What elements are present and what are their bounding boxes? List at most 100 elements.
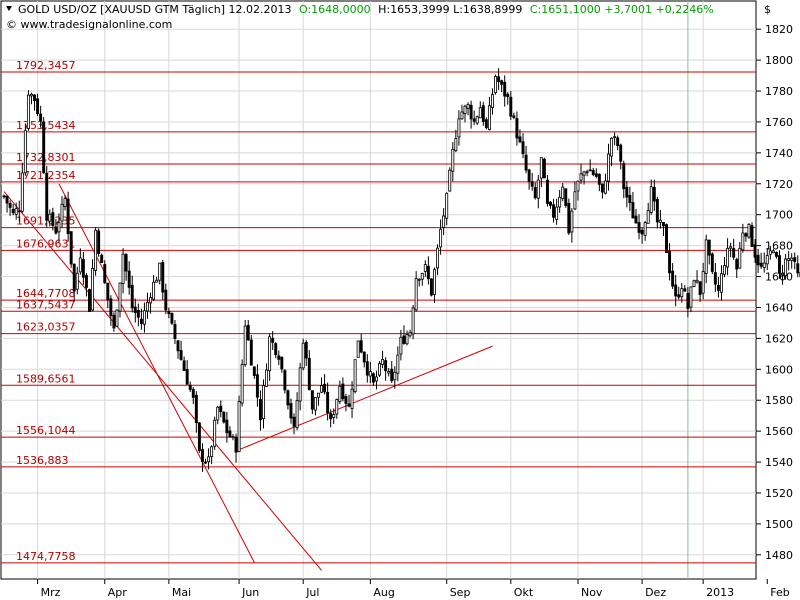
candle-body [149, 297, 153, 304]
candle-body [60, 203, 64, 222]
y-tick-label: 1620 [765, 332, 793, 345]
candle-body [787, 258, 791, 261]
candle-body [14, 208, 18, 215]
candle-body [262, 385, 265, 420]
candle-body [243, 325, 247, 365]
candle-body [292, 416, 296, 427]
candle-body [84, 275, 88, 288]
candle-body [97, 230, 101, 254]
candle-body [567, 202, 571, 234]
candle-body [524, 154, 528, 171]
candle-body [197, 422, 201, 451]
y-tick-label: 1780 [765, 85, 793, 98]
candle-body [11, 208, 15, 214]
candle-body [466, 103, 470, 109]
candle-body [726, 247, 730, 268]
candle-body [622, 163, 626, 190]
candle-body [646, 210, 650, 224]
candle-body [655, 199, 659, 223]
candle-body [414, 278, 418, 311]
x-tick-label: Jul [305, 586, 319, 599]
y-tick-label: 1760 [765, 116, 793, 129]
candle-body [347, 403, 351, 407]
candle-body [304, 341, 308, 359]
candle-body [765, 255, 769, 265]
candle-body [240, 364, 244, 404]
candle-body [20, 172, 24, 212]
candle-body [481, 105, 485, 122]
candle-body [225, 419, 229, 434]
x-tick-label: Mai [172, 586, 191, 599]
candle-body [350, 388, 354, 409]
candle-body [213, 419, 217, 447]
level-label: 1792,3457 [16, 59, 76, 72]
candle-body [671, 270, 675, 287]
candle-body [204, 461, 207, 464]
candle-body [274, 343, 278, 356]
candle-body [790, 257, 794, 261]
candle-body [573, 191, 577, 210]
candle-body [652, 186, 656, 202]
level-label: 1637,5437 [16, 298, 76, 311]
y-tick-label: 1720 [765, 178, 793, 191]
candle-body [100, 254, 104, 264]
candle-body [124, 254, 128, 272]
candle-body [152, 281, 156, 300]
candle-body [442, 215, 446, 228]
candle-body [555, 206, 559, 220]
candle-body [396, 354, 400, 374]
candle-body [258, 399, 262, 421]
candle-body [39, 113, 43, 122]
candle-body [753, 244, 757, 258]
candle-body [579, 173, 583, 181]
candle-body [344, 396, 348, 404]
candle-body [616, 137, 620, 147]
candle-body [106, 282, 110, 301]
candle-body [371, 373, 375, 383]
candle-body [484, 119, 488, 129]
candle-body [463, 105, 467, 114]
candle-body [564, 188, 568, 206]
level-label: 1556,1044 [16, 424, 76, 437]
candle-body [475, 116, 479, 124]
candle-body [741, 232, 745, 251]
candle-body [723, 265, 726, 275]
candle-body [381, 359, 385, 365]
candle-body [628, 194, 632, 204]
y-tick-label: 1540 [765, 456, 793, 469]
x-tick-label: Okt [514, 586, 534, 599]
y-tick-label: 1700 [765, 209, 793, 222]
level-label: 1589,6561 [16, 372, 76, 385]
candle-body [310, 390, 314, 410]
candle-body [677, 294, 681, 298]
candle-body [51, 212, 55, 227]
x-tick-label: Nov [581, 586, 603, 599]
candle-body [680, 288, 684, 298]
candle-body [460, 111, 464, 120]
y-tick-label: 1660 [765, 271, 793, 284]
y-tick-label: 1600 [765, 363, 793, 376]
candle-body [658, 219, 662, 223]
candle-body [744, 233, 748, 237]
candle-body [448, 169, 452, 192]
candle-body [234, 436, 238, 453]
candle-body [228, 430, 232, 438]
candle-body [390, 368, 394, 382]
candle-body [387, 371, 391, 374]
candle-body [487, 105, 491, 131]
candle-body [445, 192, 449, 219]
candle-body [527, 169, 531, 182]
candle-body [759, 262, 763, 267]
y-tick-label: 1820 [765, 23, 793, 36]
candle-body [429, 278, 433, 296]
x-tick-label: Aug [373, 586, 394, 599]
candle-body [286, 390, 290, 406]
candle-body [399, 336, 403, 355]
candle-body [494, 76, 498, 94]
candle-body [118, 282, 122, 312]
candle-body [378, 363, 381, 376]
candle-body [200, 449, 204, 462]
level-label: 1536,883 [16, 454, 69, 467]
currency-label: $ [764, 3, 771, 16]
candle-body [249, 339, 253, 366]
